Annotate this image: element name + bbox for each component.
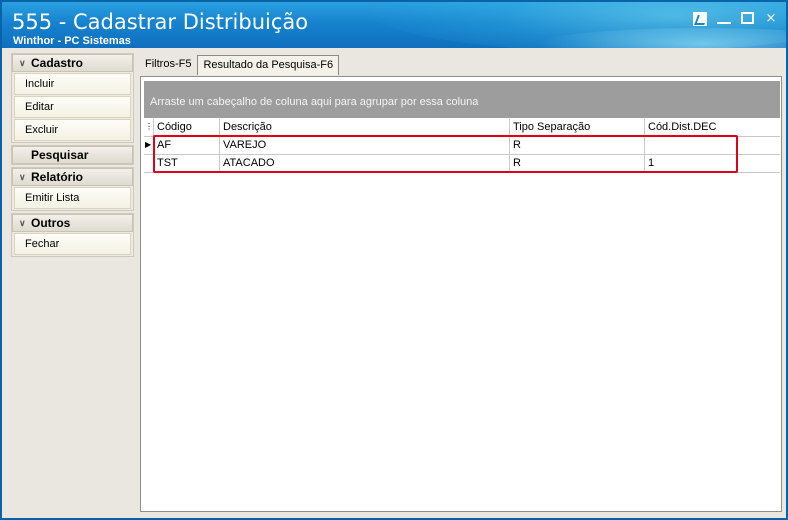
- chevron-collapse-icon: ∨: [19, 57, 26, 68]
- cell-codigo[interactable]: AF: [154, 137, 220, 155]
- app-window: 555 - Cadastrar Distribuição Winthor - P…: [0, 0, 788, 520]
- incluir-button[interactable]: Incluir: [14, 73, 131, 95]
- pesquisar-button[interactable]: Pesquisar: [12, 146, 133, 164]
- title-bar[interactable]: 555 - Cadastrar Distribuição Winthor - P…: [2, 2, 786, 48]
- table-row[interactable]: ▶ AF VAREJO R: [144, 137, 780, 155]
- column-header-descricao[interactable]: Descrição: [220, 119, 510, 137]
- tab-bar: Filtros-F5 Resultado da Pesquisa-F6: [141, 55, 340, 76]
- excluir-button[interactable]: Excluir: [14, 119, 131, 141]
- row-indicator-icon: ▶: [144, 137, 154, 155]
- group-header-cadastro[interactable]: ∨ Cadastro: [12, 54, 133, 72]
- cell-descricao[interactable]: VAREJO: [220, 137, 510, 155]
- cell-cod-dist-dec[interactable]: [645, 137, 780, 155]
- group-label: Outros: [31, 216, 71, 230]
- window-controls: ×: [693, 12, 778, 26]
- editar-button[interactable]: Editar: [14, 96, 131, 118]
- edit-window-icon[interactable]: [693, 12, 707, 26]
- cell-cod-dist-dec[interactable]: 1: [645, 155, 780, 173]
- group-label: Cadastro: [31, 56, 84, 70]
- column-chooser-icon[interactable]: ⋮: [144, 119, 154, 137]
- emitir-lista-button[interactable]: Emitir Lista: [14, 187, 131, 209]
- grid-header-row: ⋮ Código Descrição Tipo Separação Cód.Di…: [144, 119, 780, 137]
- group-header-relatorio[interactable]: ∨ Relatório: [12, 168, 133, 186]
- maximize-button[interactable]: [741, 12, 754, 24]
- group-header-outros[interactable]: ∨ Outros: [12, 214, 133, 232]
- group-pesquisar: Pesquisar: [11, 145, 134, 165]
- column-header-tipo-separacao[interactable]: Tipo Separação: [510, 119, 645, 137]
- group-label: Relatório: [31, 170, 84, 184]
- group-by-panel[interactable]: Arraste um cabeçalho de coluna aqui para…: [144, 81, 780, 118]
- cell-descricao[interactable]: ATACADO: [220, 155, 510, 173]
- window-subtitle: Winthor - PC Sistemas: [13, 35, 131, 47]
- column-header-codigo[interactable]: Código: [154, 119, 220, 137]
- group-relatorio: ∨ Relatório Emitir Lista: [11, 167, 134, 211]
- cell-tipo-separacao[interactable]: R: [510, 155, 645, 173]
- tab-resultado-pesquisa[interactable]: Resultado da Pesquisa-F6: [197, 55, 340, 75]
- close-button[interactable]: ×: [764, 12, 778, 26]
- group-cadastro: ∨ Cadastro Incluir Editar Excluir: [11, 53, 134, 143]
- tab-filtros[interactable]: Filtros-F5: [141, 56, 195, 74]
- group-outros: ∨ Outros Fechar: [11, 213, 134, 257]
- cell-codigo[interactable]: TST: [154, 155, 220, 173]
- chevron-collapse-icon: ∨: [19, 171, 26, 182]
- chevron-collapse-icon: ∨: [19, 217, 26, 228]
- column-header-cod-dist-dec[interactable]: Cód.Dist.DEC: [645, 119, 780, 137]
- results-grid: ⋮ Código Descrição Tipo Separação Cód.Di…: [144, 119, 780, 173]
- window-title: 555 - Cadastrar Distribuição: [12, 10, 309, 34]
- table-row[interactable]: TST ATACADO R 1: [144, 155, 780, 173]
- results-panel: Arraste um cabeçalho de coluna aqui para…: [140, 76, 782, 512]
- row-indicator: [144, 155, 154, 173]
- action-sidebar: ∨ Cadastro Incluir Editar Excluir Pesqui…: [11, 53, 134, 514]
- minimize-button[interactable]: [717, 12, 731, 24]
- fechar-button[interactable]: Fechar: [14, 233, 131, 255]
- cell-tipo-separacao[interactable]: R: [510, 137, 645, 155]
